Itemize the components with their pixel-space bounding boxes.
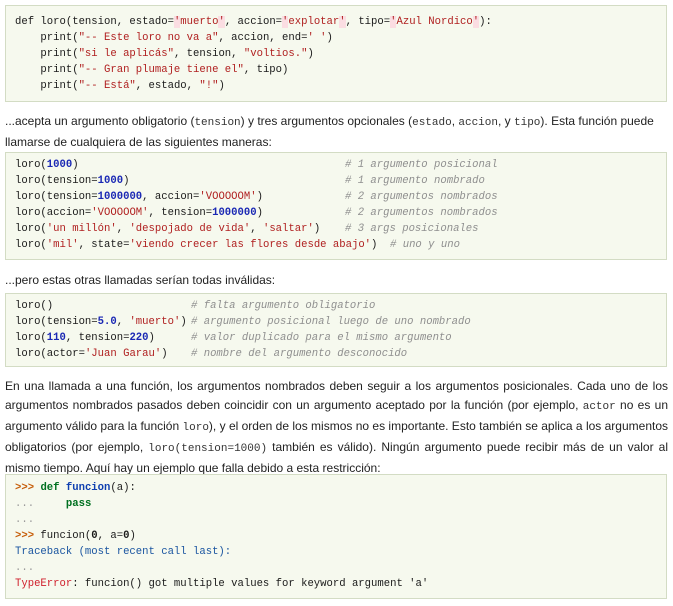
code-line: loro(actor='Juan Garau') xyxy=(15,348,168,360)
code-line: print("-- Gran plumaje tiene el", tipo) xyxy=(15,64,289,76)
code-block-interactive-session: >>> def funcion(a): ... pass ... >>> fun… xyxy=(5,474,667,599)
code-comment: # 2 argumentos nombrados xyxy=(345,191,498,203)
paragraph-invalidas: ...pero estas otras llamadas serían toda… xyxy=(5,273,276,287)
code-line: >>> funcion(0, a=0) xyxy=(15,530,136,542)
code-line: ... pass xyxy=(15,498,92,510)
code-line: loro('un millón', 'despojado de vida', '… xyxy=(15,223,321,235)
code-line: >>> def funcion(a): xyxy=(15,482,136,494)
code-line: def loro(tension, estado='muerto', accio… xyxy=(15,16,492,28)
code-comment: # uno y uno xyxy=(390,239,460,251)
code-line: ... xyxy=(15,514,35,526)
code-line: ... xyxy=(15,562,35,574)
code-comment: # falta argumento obligatorio xyxy=(191,300,376,312)
code-line: print("-- Está", estado, "!") xyxy=(15,80,225,92)
paragraph-explanation: En una llamada a una función, los argume… xyxy=(5,379,669,475)
code-comment: # 1 argumento posicional xyxy=(345,159,498,171)
code-block-valid-calls: loro(1000) # 1 argumento posicional loro… xyxy=(5,152,667,260)
code-comment: # nombre del argumento desconocido xyxy=(191,348,408,360)
code-line: loro(tension=1000) xyxy=(15,175,130,187)
code-comment: # argumento posicional luego de uno nomb… xyxy=(191,316,471,328)
code-comment: # valor duplicado para el mismo argument… xyxy=(191,332,452,344)
paragraph-acepta: ...acepta un argumento obligatorio (tens… xyxy=(5,114,654,149)
code-comment: # 1 argumento nombrado xyxy=(345,175,485,187)
code-comment: # 3 args posicionales xyxy=(345,223,479,235)
code-line: Traceback (most recent call last): xyxy=(15,546,232,558)
code-line: loro(1000) xyxy=(15,159,79,171)
code-block-invalid-calls: loro() # falta argumento obligatorio lor… xyxy=(5,293,667,367)
code-line: TypeError: funcion() got multiple values… xyxy=(15,578,429,590)
code-comment: # 2 argumentos nombrados xyxy=(345,207,498,219)
code-line: loro(accion='VOOOOOM', tension=1000000) xyxy=(15,207,263,219)
code-line: loro() xyxy=(15,300,54,312)
code-line: loro('mil', state='viendo crecer las flo… xyxy=(15,239,378,251)
code-line: loro(tension=1000000, accion='VOOOOOM') xyxy=(15,191,263,203)
code-line: loro(tension=5.0, 'muerto') xyxy=(15,316,187,328)
code-line: print("si le aplicás", tension, "voltios… xyxy=(15,48,314,60)
code-line: loro(110, tension=220) xyxy=(15,332,155,344)
code-line: print("-- Este loro no va a", accion, en… xyxy=(15,32,333,44)
code-block-loro-definition: def loro(tension, estado='muerto', accio… xyxy=(5,5,667,102)
